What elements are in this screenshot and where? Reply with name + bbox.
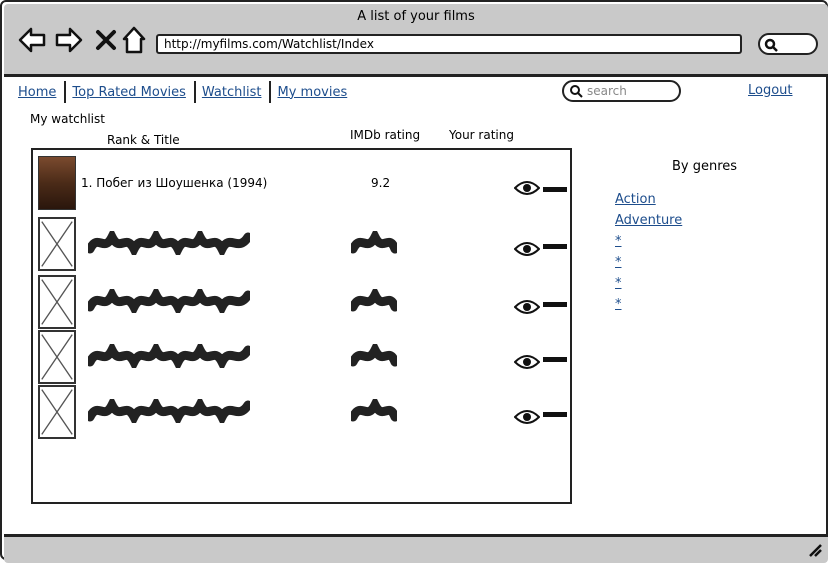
search-placeholder: search bbox=[587, 84, 627, 98]
nav-home[interactable]: Home bbox=[14, 85, 62, 100]
address-bar[interactable]: http://myfilms.com/Watchlist/Index bbox=[156, 34, 742, 54]
table-row[interactable]: 1. Побег из Шоушенка (1994) 9.2 bbox=[38, 156, 568, 212]
nav-watchlist[interactable]: Watchlist bbox=[198, 85, 268, 100]
close-icon[interactable] bbox=[92, 26, 120, 54]
eye-icon[interactable] bbox=[514, 299, 540, 315]
eye-icon[interactable] bbox=[514, 409, 540, 425]
nav-divider bbox=[64, 81, 67, 103]
home-icon[interactable] bbox=[120, 26, 148, 54]
arrow-left-icon[interactable] bbox=[18, 26, 46, 54]
redacted-rating bbox=[351, 399, 397, 422]
table-row[interactable] bbox=[38, 275, 568, 331]
genre-link-adventure[interactable]: Adventure bbox=[615, 211, 682, 232]
table-row[interactable] bbox=[38, 330, 568, 386]
search-icon bbox=[570, 85, 583, 98]
redacted-rating bbox=[351, 344, 397, 367]
genre-link[interactable]: * bbox=[615, 253, 682, 274]
window-title: A list of your films bbox=[357, 9, 475, 24]
nav-divider bbox=[193, 81, 196, 103]
table-row[interactable] bbox=[38, 217, 568, 273]
genres-heading: By genres bbox=[672, 159, 738, 174]
search-icon bbox=[764, 38, 778, 52]
browser-titlebar: A list of your films http://myfilms.com/… bbox=[4, 4, 828, 77]
header-imdb-rating: IMDb rating bbox=[350, 128, 421, 142]
header-your-rating: Your rating bbox=[449, 128, 514, 142]
genre-link[interactable]: * bbox=[615, 232, 682, 253]
genre-link[interactable]: * bbox=[615, 274, 682, 295]
resize-grip-icon[interactable] bbox=[808, 543, 822, 557]
genre-link-action[interactable]: Action bbox=[615, 190, 682, 211]
genre-link[interactable]: * bbox=[615, 295, 682, 316]
site-search-input[interactable]: search bbox=[562, 80, 681, 102]
nav-my-movies[interactable]: My movies bbox=[273, 85, 353, 100]
redacted-title bbox=[88, 344, 250, 368]
header-rank-title: Rank & Title bbox=[107, 133, 180, 147]
logout-link[interactable]: Logout bbox=[748, 83, 793, 98]
eye-icon[interactable] bbox=[514, 180, 540, 196]
eye-icon[interactable] bbox=[514, 241, 540, 257]
table-row[interactable] bbox=[38, 385, 568, 441]
film-poster bbox=[38, 156, 76, 210]
rating-bar[interactable] bbox=[543, 187, 567, 192]
image-placeholder-icon bbox=[38, 217, 76, 271]
main-nav: Home Top Rated Movies Watchlist My movie… bbox=[14, 80, 353, 104]
watchlist-table: 1. Побег из Шоушенка (1994) 9.2 bbox=[31, 148, 572, 504]
rating-bar[interactable] bbox=[543, 357, 567, 362]
genres-list: Action Adventure * * * * bbox=[615, 190, 682, 316]
redacted-rating bbox=[351, 289, 397, 312]
arrow-right-icon[interactable] bbox=[55, 26, 83, 54]
redacted-title bbox=[88, 289, 250, 313]
image-placeholder-icon bbox=[38, 275, 76, 329]
redacted-title bbox=[88, 399, 250, 423]
eye-icon[interactable] bbox=[514, 354, 540, 370]
rating-bar[interactable] bbox=[543, 302, 567, 307]
status-bar bbox=[4, 534, 828, 563]
film-title[interactable]: 1. Побег из Шоушенка (1994) bbox=[81, 176, 267, 190]
rating-bar[interactable] bbox=[543, 244, 567, 249]
redacted-title bbox=[88, 231, 250, 255]
redacted-rating bbox=[351, 231, 397, 254]
browser-window: A list of your films http://myfilms.com/… bbox=[0, 0, 828, 563]
imdb-rating: 9.2 bbox=[371, 176, 391, 190]
page-title: My watchlist bbox=[30, 112, 105, 126]
browser-search-box[interactable] bbox=[758, 33, 818, 55]
image-placeholder-icon bbox=[38, 330, 76, 384]
rating-bar[interactable] bbox=[543, 412, 567, 417]
image-placeholder-icon bbox=[38, 385, 76, 439]
nav-top-rated[interactable]: Top Rated Movies bbox=[68, 85, 192, 100]
nav-divider bbox=[269, 81, 272, 103]
